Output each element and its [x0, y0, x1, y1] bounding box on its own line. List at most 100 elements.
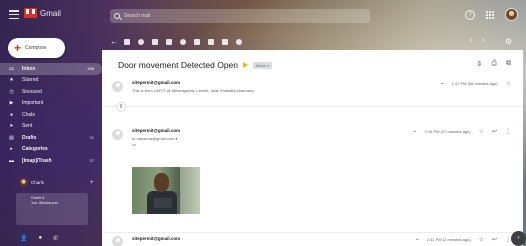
draft-icon: ▤ [9, 134, 14, 141]
gmail-m-icon [24, 8, 37, 18]
search-bar[interactable] [110, 9, 370, 23]
chat-preview-text: Charls K. You: Window pwr [31, 196, 58, 206]
collapsed-divider [102, 106, 523, 107]
search-input[interactable] [124, 13, 324, 19]
sidebar-item-sent[interactable]: ➤ Sent [0, 121, 102, 133]
sidebar-item-label: Categories [22, 146, 48, 153]
person-icon[interactable]: 👤 [20, 235, 27, 242]
reply-icon[interactable]: ↩ [492, 236, 497, 243]
chats-label: Charls [31, 180, 45, 185]
star-icon[interactable]: ☆ [506, 80, 511, 87]
sidebar-item-categories[interactable]: ▸ Categories [0, 144, 102, 156]
trimmed-content-toggle[interactable]: ••• [132, 142, 136, 147]
pager: ‹ › [470, 37, 485, 44]
subject-row: Door movement Detected Open Inbox × [118, 60, 273, 70]
sidebar-item-label: [Imap]/Trash [22, 157, 52, 164]
sidebar-item-inbox[interactable]: ▭ Inbox 258 [0, 63, 102, 75]
top-header: Gmail ? [0, 0, 526, 34]
inbox-label-chip[interactable]: Inbox × [253, 61, 273, 69]
help-icon[interactable]: ? [465, 9, 475, 20]
chat-last-message: You: Window pwr [31, 201, 58, 205]
new-window-icon[interactable]: ⧉ [506, 60, 511, 68]
image-attachment[interactable] [132, 167, 200, 214]
sidebar-item-label: Important [22, 100, 44, 107]
sidebar-item-label: Chats [22, 111, 36, 118]
main-menu-icon[interactable] [9, 10, 19, 19]
message-meta: ⌁ 1:47 PM (56 minutes ago) ☆ [440, 80, 511, 88]
star-icon[interactable]: ☆ [479, 128, 484, 135]
attachment-icon: ⌁ [440, 80, 444, 87]
sidebar-item-drafts[interactable]: ▤ Drafts 21 [0, 132, 102, 144]
inbox-icon: ▭ [9, 65, 14, 72]
collapsed-messages-count[interactable]: 9 [116, 102, 126, 112]
label-icon: ▸ [10, 146, 13, 153]
move-to-icon[interactable] [208, 39, 214, 45]
sidebar-bottom-icons: 👤 ● ✆ [20, 235, 58, 242]
sidebar-item-label: Drafts [22, 134, 37, 141]
inbox-count: 258 [87, 66, 94, 72]
label-icon[interactable] [222, 39, 228, 45]
message-sender: sitepermit@gmail.com [132, 236, 181, 241]
subject-actions: ⇕ ⎙ ⧉ [477, 60, 511, 68]
side-panel-toggle-icon[interactable]: › [511, 231, 526, 246]
message-time: 2:16 PM (27 minutes ago) [424, 129, 471, 134]
message-subject: Door movement Detected Open [118, 60, 239, 70]
clock-icon: ◷ [9, 88, 14, 95]
sidebar-item-label: Sent [22, 123, 33, 130]
gmail-logo[interactable]: Gmail [24, 8, 61, 18]
sidebar-item-starred[interactable]: ★ Starred [0, 75, 102, 87]
settings-gear-icon[interactable]: ⚙ [505, 37, 512, 46]
sidebar-item-label: Snoozed [22, 88, 42, 95]
recipient-line[interactable]: to utarsena@gmail.com ▾ [132, 136, 177, 141]
photo-window-light [180, 167, 200, 214]
print-icon[interactable]: ⎙ [491, 60, 497, 68]
sidebar-item-label: Starred [22, 77, 39, 84]
chats-section-label[interactable]: Charls [21, 180, 44, 185]
archive-icon[interactable] [124, 39, 130, 45]
location-icon[interactable]: ● [38, 235, 42, 242]
photo-laptop [154, 198, 172, 208]
expand-all-icon[interactable]: ⇕ [477, 60, 483, 68]
search-icon[interactable] [114, 13, 120, 19]
older-chevron-icon[interactable]: › [482, 37, 484, 44]
reply-icon[interactable]: ↩ [492, 128, 497, 135]
newer-chevron-icon[interactable]: ‹ [470, 37, 472, 44]
sidebar-item-label: Inbox [22, 65, 36, 72]
plus-icon: + [14, 41, 22, 55]
sidebar-item-snoozed[interactable]: ◷ Snoozed [0, 86, 102, 98]
report-spam-icon[interactable] [138, 39, 144, 45]
message-sender: sitepermit@gmail.com [132, 128, 181, 133]
star-icon: ★ [9, 77, 14, 84]
message-time: 2:41 PM (2 minutes ago) [426, 237, 471, 242]
add-task-icon[interactable] [194, 39, 200, 45]
more-vert-icon[interactable]: ⋮ [505, 128, 511, 135]
sender-avatar [112, 236, 123, 246]
attachment-icon: ⌁ [415, 236, 419, 243]
chat-icon: ● [9, 111, 14, 118]
phone-icon[interactable]: ✆ [53, 235, 58, 242]
sidebar-item-trash[interactable]: ▬ [Imap]/Trash 37 [0, 155, 102, 167]
trash-count: 37 [89, 158, 94, 164]
important-marker-icon[interactable] [243, 62, 249, 68]
message-meta: ⌁ 2:16 PM (27 minutes ago) ☆ ↩ ⋮ [414, 128, 511, 136]
app-name: Gmail [40, 8, 61, 18]
compose-button[interactable]: + Compose [8, 38, 65, 58]
sidebar-item-important[interactable]: ▶ Important [0, 98, 102, 110]
delete-icon[interactable] [152, 39, 158, 45]
important-icon: ▶ [9, 100, 14, 107]
snooze-icon[interactable] [180, 39, 186, 45]
mark-unread-icon[interactable] [166, 39, 172, 45]
back-arrow-icon[interactable]: ← [110, 38, 118, 46]
sender-avatar [112, 129, 123, 140]
send-icon: ➤ [9, 123, 14, 130]
sidebar-nav: ▭ Inbox 258 ★ Starred ◷ Snoozed ▶ Import… [0, 63, 102, 167]
photo-person-face [154, 173, 169, 192]
message-sender: sitepermit@gmail.com [132, 80, 181, 85]
sidebar-item-chats[interactable]: ● Chats [0, 109, 102, 121]
more-options-icon[interactable] [236, 39, 242, 45]
star-icon[interactable]: ☆ [479, 236, 484, 243]
message-meta: ⌁ 2:41 PM (2 minutes ago) ☆ ↩ ⋮ [415, 236, 511, 244]
apps-grid-icon[interactable] [486, 10, 494, 19]
new-chat-plus-icon[interactable]: + [90, 180, 94, 186]
account-avatar[interactable] [505, 8, 518, 21]
